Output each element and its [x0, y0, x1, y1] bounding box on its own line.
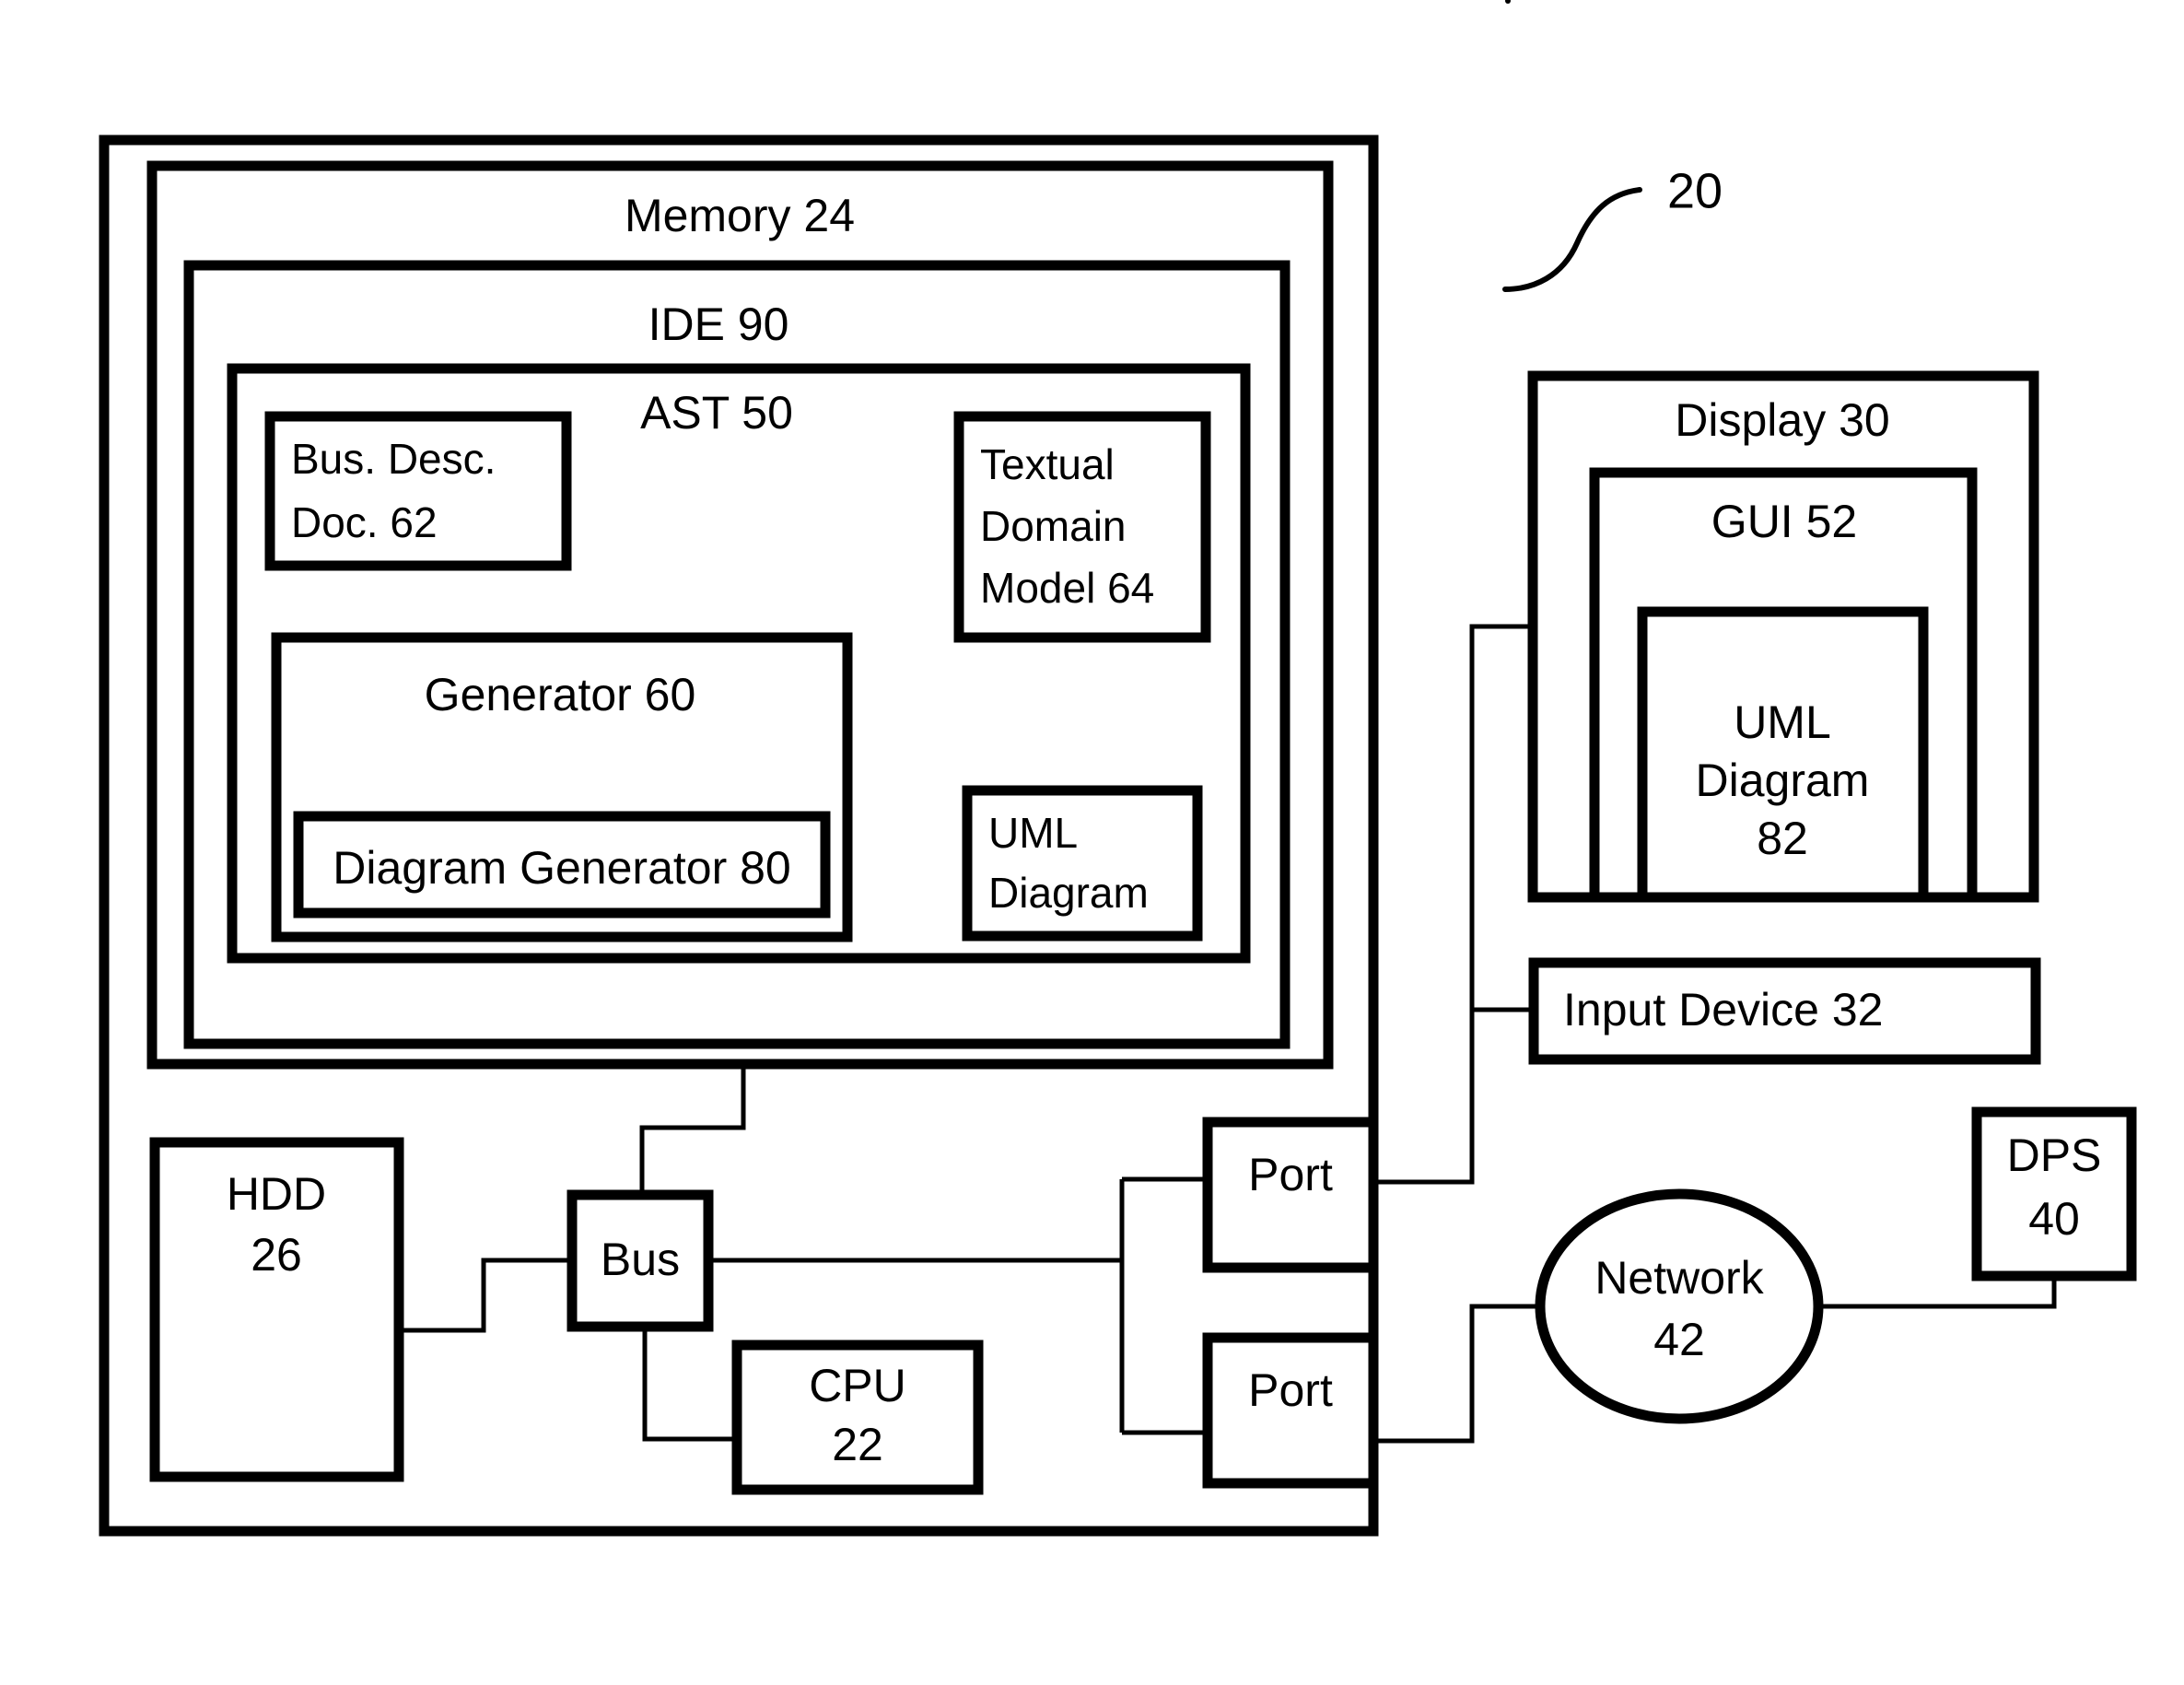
cpu-line1: CPU — [809, 1360, 906, 1411]
bus-label: Bus — [601, 1234, 680, 1285]
uml-diagram-internal-line2: Diagram — [988, 869, 1149, 917]
hdd-line2: 26 — [251, 1229, 302, 1281]
uml-diagram-82-line1: UML — [1734, 696, 1831, 748]
gui-label: GUI 52 — [1711, 496, 1857, 547]
textual-domain-model-line1: Textual — [980, 440, 1115, 488]
textual-domain-model-line3: Model 64 — [980, 564, 1154, 612]
dps-line1: DPS — [2007, 1129, 2102, 1181]
patent-block-diagram: Memory 24 IDE 90 AST 50 Bus. Desc. Doc. … — [99, 0, 2137, 1537]
port-lower-label: Port — [1248, 1364, 1333, 1416]
figure-canvas: Memory 24 IDE 90 AST 50 Bus. Desc. Doc. … — [0, 0, 2184, 1685]
cpu-line2: 22 — [832, 1419, 883, 1470]
uml-diagram-82-line3: 82 — [1757, 813, 1808, 864]
input-device-label: Input Device 32 — [1563, 984, 1883, 1036]
hdd-line1: HDD — [227, 1168, 326, 1220]
textual-domain-model-line2: Domain — [980, 502, 1127, 550]
network-line2: 42 — [1653, 1314, 1705, 1365]
figure-reference-numeral: 20 — [1667, 163, 1723, 218]
ide-label: IDE 90 — [648, 298, 789, 350]
wire-port-upper-to-display — [1373, 624, 1533, 1185]
wire-port-lower-to-network — [1373, 1304, 1540, 1444]
memory-label: Memory 24 — [625, 190, 855, 241]
network-line1: Network — [1594, 1252, 1764, 1304]
bus-desc-doc-line1: Bus. Desc. — [291, 435, 496, 483]
diagram-generator-label: Diagram Generator 80 — [333, 842, 790, 894]
uml-diagram-82-line2: Diagram — [1696, 755, 1870, 806]
display-label: Display 30 — [1675, 394, 1889, 446]
ast-label: AST 50 — [640, 387, 793, 439]
dps-line2: 40 — [2028, 1193, 2080, 1245]
generator-label: Generator 60 — [425, 669, 696, 720]
port-upper-label: Port — [1248, 1149, 1333, 1200]
bus-desc-doc-line2: Doc. 62 — [291, 498, 438, 546]
uml-diagram-internal-line1: UML — [988, 809, 1078, 857]
